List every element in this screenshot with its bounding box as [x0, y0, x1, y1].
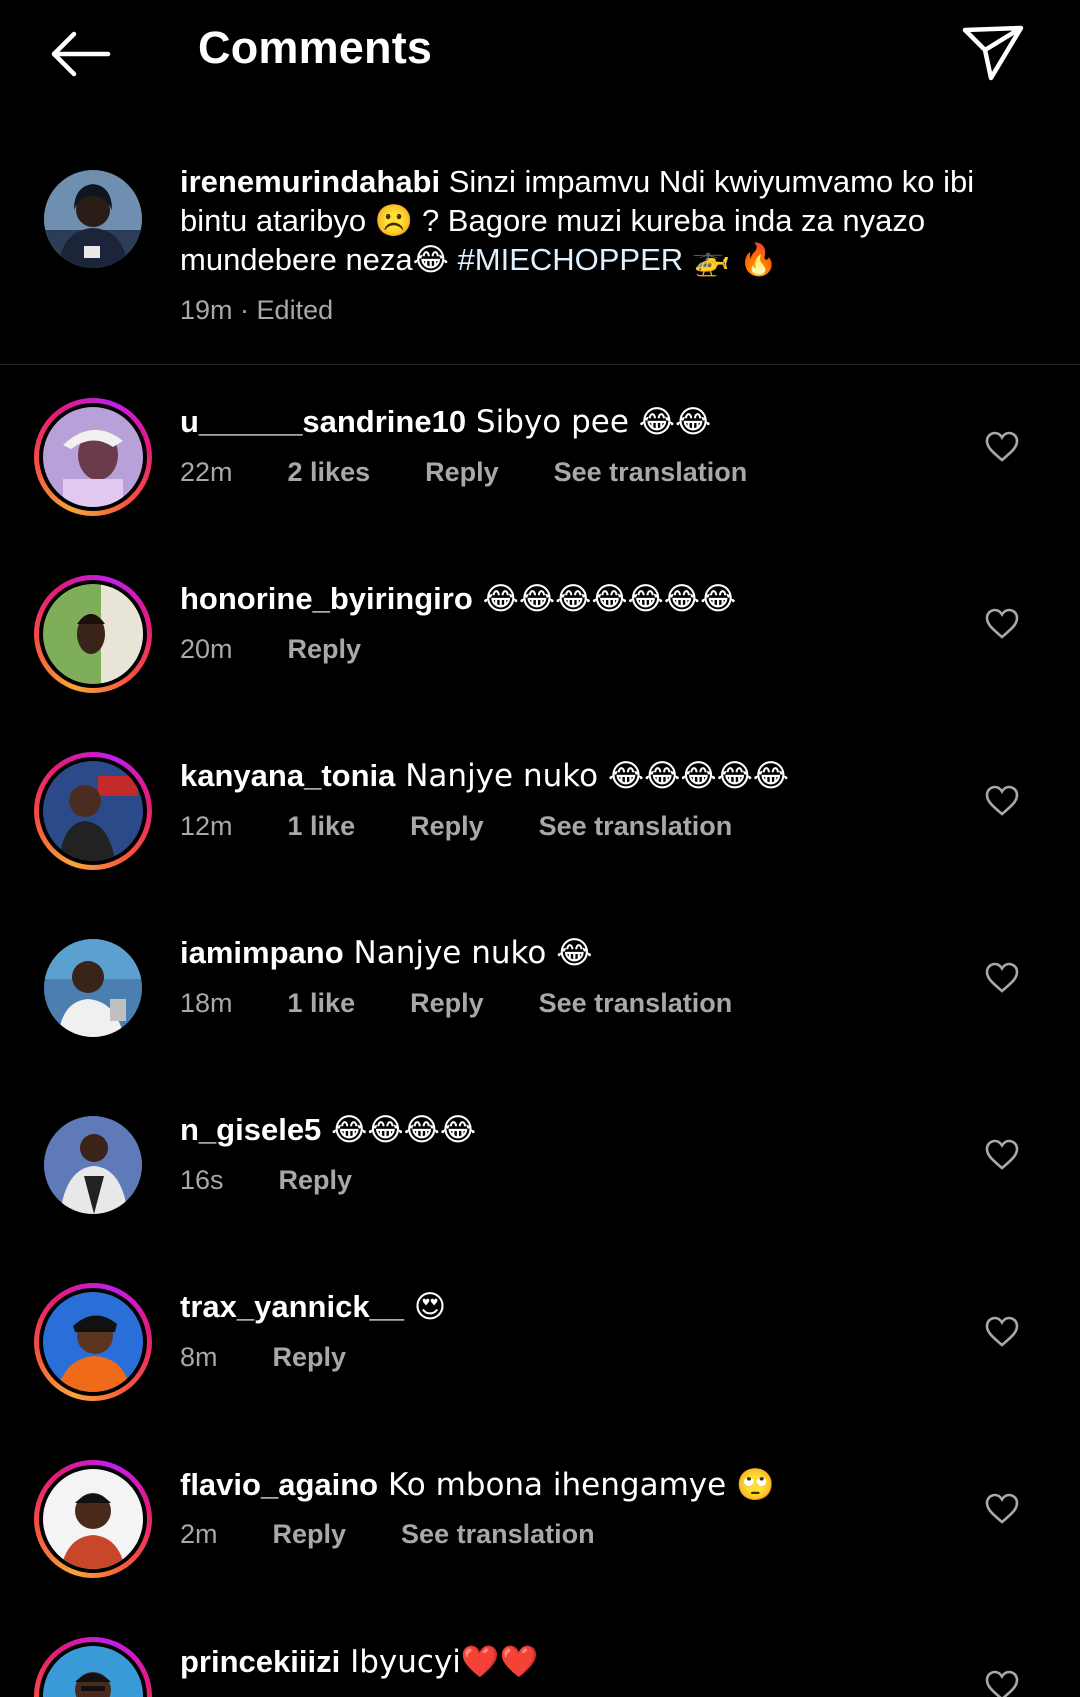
- heart-icon: [985, 785, 1019, 816]
- comment-time: 16s: [180, 1165, 224, 1195]
- comment-username[interactable]: u______sandrine10: [180, 404, 466, 439]
- heart-icon: [985, 1493, 1019, 1524]
- comment-text: 😂😂😂😂😂😂😂: [472, 581, 737, 617]
- see-translation-button[interactable]: See translation: [539, 988, 733, 1019]
- comment-text: 😍: [404, 1289, 447, 1325]
- comment-username[interactable]: kanyana_tonia: [180, 758, 395, 793]
- back-arrow-icon: [51, 31, 111, 77]
- heart-icon: [985, 431, 1019, 462]
- story-ring[interactable]: [34, 398, 152, 516]
- likes-count[interactable]: 2 likes: [288, 457, 371, 488]
- comment-text: 😂😂😂😂: [321, 1112, 477, 1148]
- reply-button[interactable]: Reply: [279, 1165, 353, 1196]
- like-button[interactable]: [980, 1133, 1024, 1177]
- caption-username[interactable]: irenemurindahabi: [180, 164, 440, 199]
- comment-text: Sibyo pee 😂😂: [466, 404, 712, 440]
- see-translation-button[interactable]: See translation: [401, 1519, 595, 1550]
- top-bar: Comments: [0, 0, 1080, 110]
- like-button[interactable]: [980, 956, 1024, 1000]
- like-button[interactable]: [980, 1310, 1024, 1354]
- caption-time: 19m: [180, 295, 233, 325]
- avatar[interactable]: [44, 170, 142, 268]
- comment-text: Ibyucyi❤️❤️: [340, 1644, 539, 1680]
- caption-edited: · Edited: [240, 295, 334, 325]
- post-caption: irenemurindahabi Sinzi impamvu Ndi kwiyu…: [0, 160, 1080, 365]
- comment-username[interactable]: iamimpano: [180, 935, 344, 970]
- avatar: [43, 761, 143, 861]
- story-ring[interactable]: [34, 1283, 152, 1401]
- hashtag-link[interactable]: #MIECHOPPER: [458, 242, 684, 277]
- story-ring[interactable]: [34, 1460, 152, 1578]
- caption-body-end: 🚁 🔥: [683, 242, 778, 277]
- heart-icon: [985, 1670, 1019, 1697]
- reply-button[interactable]: Reply: [273, 1519, 347, 1550]
- comment-text: Nanjye nuko 😂😂😂😂😂: [395, 758, 790, 794]
- heart-icon: [985, 1316, 1019, 1347]
- comment-username[interactable]: flavio_againo: [180, 1467, 378, 1502]
- avatar: [43, 584, 143, 684]
- comment-item: honorine_byiringiro 😂😂😂😂😂😂😂 20m Reply: [0, 566, 1080, 743]
- comment-item: trax_yannick__ 😍 8m Reply: [0, 1274, 1080, 1451]
- comment-text: Ko mbona ihengamye 🙄: [378, 1467, 775, 1503]
- comment-username[interactable]: n_gisele5: [180, 1112, 321, 1147]
- comment-time: 12m: [180, 811, 233, 841]
- avatar[interactable]: [44, 1116, 142, 1214]
- like-button[interactable]: [980, 1664, 1024, 1697]
- comment-time: 20m: [180, 634, 233, 664]
- story-ring[interactable]: [34, 1637, 152, 1697]
- comment-item: u______sandrine10 Sibyo pee 😂😂 22m 2 lik…: [0, 389, 1080, 566]
- comment-item: iamimpano Nanjye nuko 😂 18m 1 like Reply…: [0, 920, 1080, 1097]
- comment-time: 18m: [180, 988, 233, 1018]
- story-ring[interactable]: [34, 575, 152, 693]
- comment-item: flavio_againo Ko mbona ihengamye 🙄 2m Re…: [0, 1451, 1080, 1628]
- avatar: [43, 1469, 143, 1569]
- likes-count[interactable]: 1 like: [288, 811, 356, 842]
- avatar[interactable]: [44, 939, 142, 1037]
- caption-meta: 19m · Edited: [180, 295, 333, 326]
- send-icon: [962, 25, 1024, 81]
- like-button[interactable]: [980, 425, 1024, 469]
- heart-icon: [985, 962, 1019, 993]
- reply-button[interactable]: Reply: [410, 988, 484, 1019]
- comment-time: 22m: [180, 457, 233, 487]
- comment-item: princekiiizi Ibyucyi❤️❤️: [0, 1628, 1080, 1697]
- page-title: Comments: [198, 22, 433, 73]
- likes-count[interactable]: 1 like: [288, 988, 356, 1019]
- avatar: [43, 1292, 143, 1392]
- see-translation-button[interactable]: See translation: [539, 811, 733, 842]
- back-button[interactable]: [40, 20, 120, 88]
- reply-button[interactable]: Reply: [410, 811, 484, 842]
- story-ring[interactable]: [34, 752, 152, 870]
- avatar: [43, 407, 143, 507]
- like-button[interactable]: [980, 1487, 1024, 1531]
- comment-time: 2m: [180, 1519, 218, 1549]
- heart-icon: [985, 608, 1019, 639]
- comment-item: kanyana_tonia Nanjye nuko 😂😂😂😂😂 12m 1 li…: [0, 743, 1080, 920]
- reply-button[interactable]: Reply: [425, 457, 499, 488]
- heart-icon: [985, 1139, 1019, 1170]
- comment-text: Nanjye nuko 😂: [343, 935, 593, 971]
- reply-button[interactable]: Reply: [273, 1342, 347, 1373]
- comment-item: n_gisele5 😂😂😂😂 16s Reply: [0, 1097, 1080, 1274]
- comment-time: 8m: [180, 1342, 218, 1372]
- comment-username[interactable]: princekiiizi: [180, 1644, 340, 1679]
- avatar: [43, 1646, 143, 1697]
- see-translation-button[interactable]: See translation: [554, 457, 748, 488]
- reply-button[interactable]: Reply: [288, 634, 362, 665]
- like-button[interactable]: [980, 602, 1024, 646]
- share-button[interactable]: [955, 18, 1031, 88]
- like-button[interactable]: [980, 779, 1024, 823]
- caption-text: irenemurindahabi Sinzi impamvu Ndi kwiyu…: [180, 162, 1010, 279]
- comment-username[interactable]: honorine_byiringiro: [180, 581, 473, 616]
- comment-username[interactable]: trax_yannick__: [180, 1289, 404, 1324]
